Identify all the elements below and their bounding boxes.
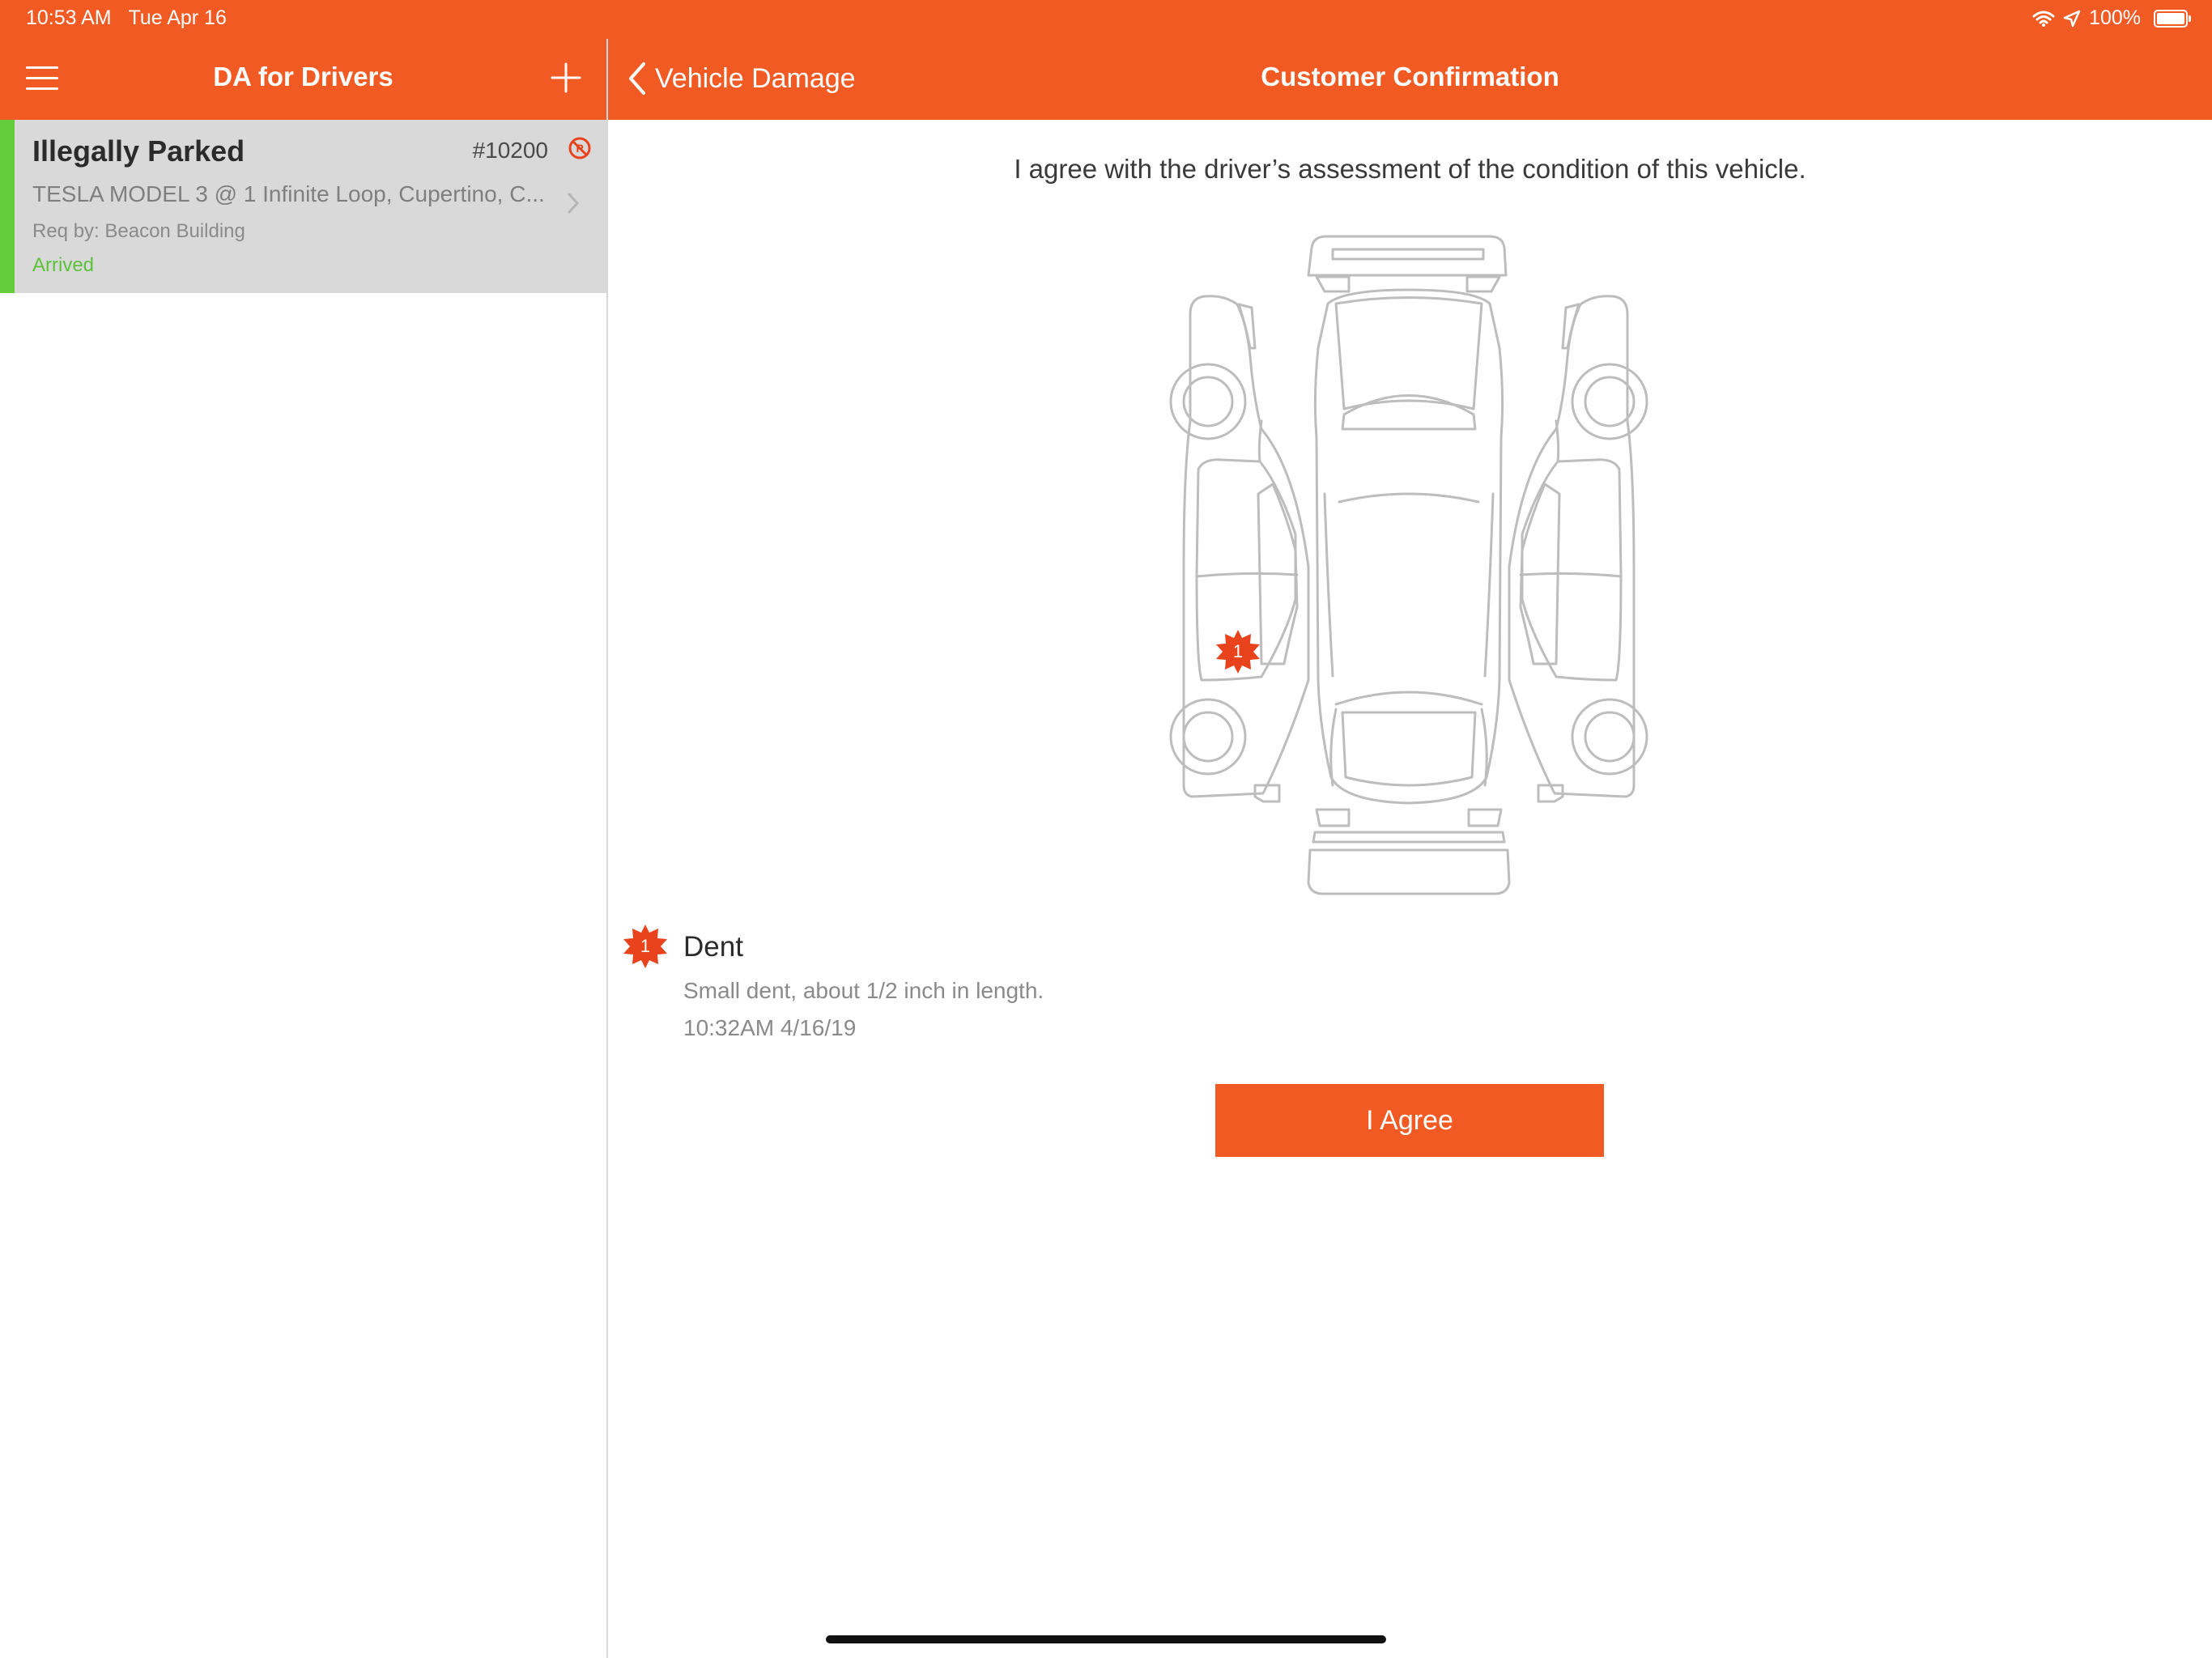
plus-icon[interactable]: [550, 62, 582, 94]
status-bar: 10:53 AM Tue Apr 16 100%: [0, 0, 2212, 39]
front-bumper-view: [1307, 235, 1508, 293]
right-side-view: [1508, 295, 1648, 803]
status-date: Tue Apr 16: [128, 6, 227, 29]
back-button[interactable]: Vehicle Damage: [627, 58, 856, 99]
damage-list-item: 1 Dent Small dent, about 1/2 inch in len…: [622, 923, 1593, 1044]
job-vehicle-location: TESLA MODEL 3 @ 1 Infinite Loop, Cuperti…: [32, 181, 545, 206]
rear-bumper-view: [1307, 808, 1511, 895]
no-parking-icon: P: [568, 137, 591, 159]
home-indicator[interactable]: [826, 1635, 1386, 1643]
sidebar-nav-bar: DA for Drivers: [0, 39, 606, 120]
job-status: Arrived: [32, 254, 95, 276]
left-side-view: [1169, 295, 1310, 803]
job-title: Illegally Parked: [32, 134, 245, 168]
damage-marker[interactable]: 1: [1214, 628, 1261, 675]
damage-badge-number: 1: [640, 936, 651, 956]
damage-timestamp: 10:32AM 4/16/19: [683, 1015, 857, 1040]
sidebar: DA for Drivers Illegally Parked #10200 P…: [0, 0, 608, 1658]
battery-percent: 100%: [2089, 6, 2141, 29]
chevron-right-icon: [568, 193, 580, 214]
agreement-statement: I agree with the driver’s assessment of …: [1014, 154, 1806, 184]
job-requested-by: Req by: Beacon Building: [32, 220, 245, 242]
damage-badge: 1: [622, 923, 669, 970]
job-number: #10200: [472, 138, 548, 163]
job-status-stripe: [0, 120, 15, 293]
status-time: 10:53 AM Tue Apr 16: [26, 6, 227, 30]
chevron-left-icon: [629, 62, 645, 95]
damage-type: Dent: [683, 931, 743, 963]
back-button-label: Vehicle Damage: [655, 62, 856, 94]
damage-marker-number: 1: [1232, 641, 1244, 661]
main-nav-bar: Vehicle Damage Customer Confirmation: [608, 39, 2212, 120]
status-indicators: 100%: [2032, 6, 2191, 30]
damage-description: Small dent, about 1/2 inch in length.: [683, 978, 1044, 1003]
job-list-item[interactable]: Illegally Parked #10200 P TESLA MODEL 3 …: [0, 120, 606, 293]
vehicle-diagram: [1169, 235, 1648, 895]
sidebar-title: DA for Drivers: [213, 62, 393, 91]
location-arrow-icon: [2063, 10, 2081, 27]
agree-button[interactable]: I Agree: [1215, 1084, 1604, 1157]
status-clock: 10:53 AM: [26, 6, 112, 29]
top-view-body: [1313, 288, 1504, 805]
battery-icon: [2154, 9, 2191, 28]
wifi-icon: [2032, 11, 2055, 27]
